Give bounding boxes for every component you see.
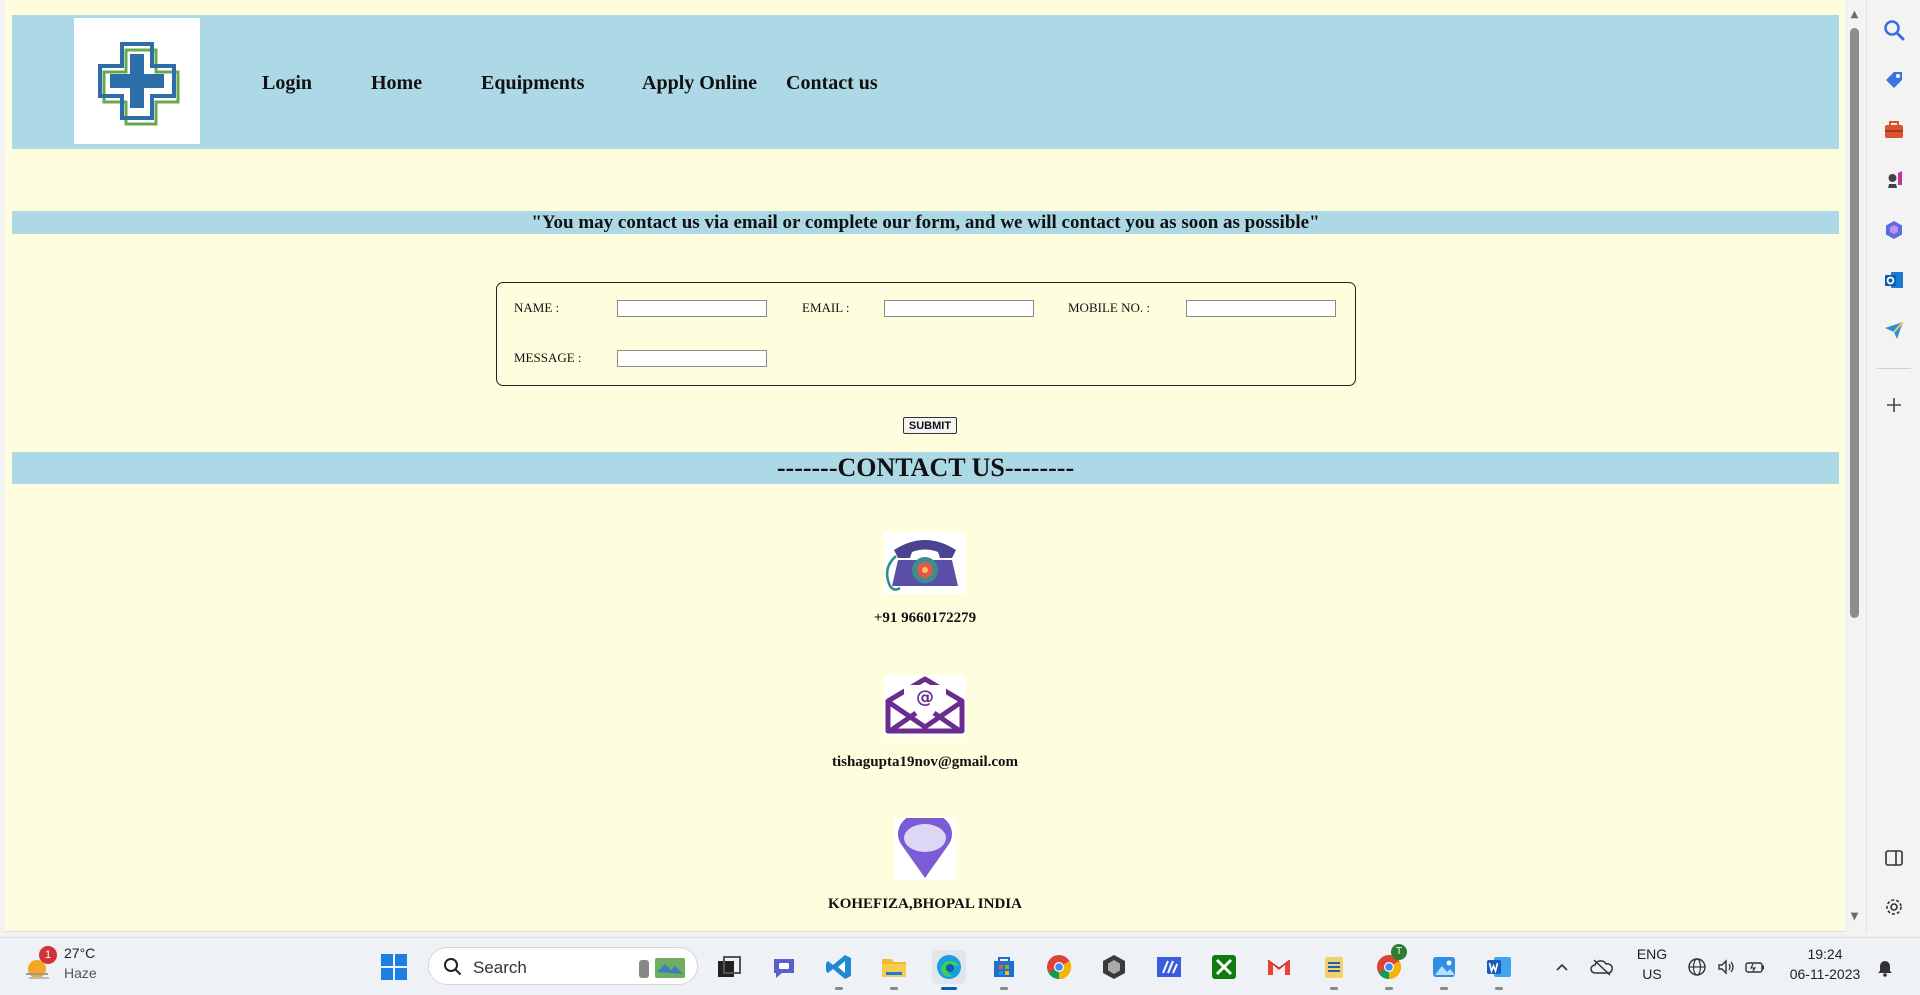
email-envelope-icon: @	[884, 675, 966, 737]
show-hidden-icons-chevron-icon[interactable]	[1545, 950, 1579, 984]
nav-apply-online[interactable]: Apply Online	[642, 72, 757, 95]
mobile-label: MOBILE NO. :	[1068, 300, 1150, 315]
notepad-running-indicator	[1330, 987, 1338, 990]
explorer-running-indicator	[890, 987, 898, 990]
language-region[interactable]: US	[1632, 966, 1672, 982]
store-running-indicator	[1000, 987, 1008, 990]
add-icon[interactable]	[1881, 392, 1907, 418]
copilot-icon[interactable]	[1881, 217, 1907, 243]
site-header: Login Home Equipments Apply Online Conta…	[12, 15, 1839, 149]
browser-sidebar	[1866, 0, 1920, 932]
search-icon	[444, 958, 462, 976]
name-input[interactable]	[617, 300, 767, 317]
scroll-thumb[interactable]	[1850, 28, 1859, 618]
message-label: MESSAGE :	[514, 350, 582, 365]
message-input[interactable]	[617, 350, 767, 367]
ms-store-icon[interactable]	[987, 950, 1021, 990]
contact-quote: "You may contact us via email or complet…	[12, 211, 1839, 234]
taskbar-search[interactable]: Search	[428, 947, 698, 985]
vscode-running-indicator	[835, 987, 843, 990]
briefcase-icon[interactable]	[1881, 117, 1907, 143]
contact-email-block: @ tishagupta19nov@gmail.com	[5, 673, 1845, 773]
name-label: NAME :	[514, 300, 560, 315]
contact-address-block: KOHEFIZA,BHOPAL INDIA	[5, 816, 1845, 916]
phone-number: +91 9660172279	[873, 610, 977, 626]
weather-desc[interactable]: Haze	[64, 965, 97, 981]
mobile-input[interactable]	[1186, 300, 1336, 317]
weather-icon[interactable]: 1	[22, 946, 57, 984]
address: KOHEFIZA,BHOPAL INDIA	[828, 896, 1022, 912]
send-icon[interactable]	[1881, 317, 1907, 343]
xbox-icon[interactable]	[1207, 950, 1241, 984]
settings-icon[interactable]	[1881, 894, 1907, 920]
chrome-running-indicator	[1385, 987, 1393, 990]
vscode-icon[interactable]	[822, 950, 856, 990]
gmail-icon[interactable]	[1262, 950, 1296, 984]
search-highlight-icon	[639, 958, 685, 978]
vs-app-icon[interactable]	[1152, 950, 1186, 984]
email-input[interactable]	[884, 300, 1034, 317]
word-icon[interactable]	[1482, 950, 1516, 990]
notepad-icon[interactable]	[1317, 950, 1351, 990]
windows-taskbar: 1 27°C Haze Search T ENG US 19:24 06-11-…	[0, 937, 1920, 995]
chess-icon[interactable]	[1881, 167, 1907, 193]
chrome-profile-badge: T	[1391, 944, 1407, 960]
email-address: tishagupta19nov@gmail.com	[831, 754, 1019, 770]
onedrive-offline-icon[interactable]	[1585, 950, 1619, 984]
svg-text:@: @	[916, 687, 934, 708]
nav-contact-us[interactable]: Contact us	[786, 72, 878, 95]
weather-temp[interactable]: 27°C	[64, 945, 95, 961]
split-view-icon[interactable]	[1881, 845, 1907, 871]
word-running-indicator	[1495, 987, 1503, 990]
location-pin-icon	[894, 818, 956, 880]
notification-bell-icon[interactable]	[1868, 950, 1902, 984]
main-nav: Login Home Equipments Apply Online Conta…	[12, 15, 1839, 149]
photos-icon[interactable]	[1427, 950, 1461, 990]
chrome-icon[interactable]	[1042, 950, 1076, 984]
outlook-icon[interactable]	[1881, 267, 1907, 293]
start-button[interactable]	[377, 950, 411, 984]
language-code[interactable]: ENG	[1632, 946, 1672, 962]
nav-login[interactable]: Login	[262, 72, 312, 95]
task-view-icon[interactable]	[712, 950, 746, 984]
submit-button[interactable]: SUBMIT	[903, 417, 957, 434]
scroll-down-arrow-icon[interactable]: ▼	[1849, 912, 1860, 922]
weather-badge: 1	[39, 946, 57, 964]
photos-running-indicator	[1440, 987, 1448, 990]
contact-form: NAME : EMAIL : MOBILE NO. : MESSAGE :	[496, 282, 1356, 386]
edge-browser-icon[interactable]	[932, 950, 966, 990]
browser-viewport: Login Home Equipments Apply Online Conta…	[5, 0, 1845, 932]
chrome-profile-icon[interactable]: T	[1372, 944, 1407, 990]
page-scrollbar[interactable]: ▲ ▼	[1845, 0, 1864, 932]
search-icon[interactable]	[1881, 17, 1907, 43]
edge-active-indicator	[941, 987, 957, 990]
battery-icon[interactable]	[1738, 950, 1772, 984]
telephone-icon	[884, 532, 966, 594]
nav-equipments[interactable]: Equipments	[481, 72, 584, 95]
clock-time[interactable]: 19:24	[1780, 946, 1870, 962]
contact-heading: -------CONTACT US--------	[12, 452, 1839, 484]
teams-chat-icon[interactable]	[767, 950, 801, 984]
email-label: EMAIL :	[802, 300, 850, 315]
scroll-up-arrow-icon[interactable]: ▲	[1849, 10, 1860, 20]
sidebar-divider	[1877, 368, 1911, 369]
file-explorer-icon[interactable]	[877, 950, 911, 990]
tag-icon[interactable]	[1881, 67, 1907, 93]
nav-home[interactable]: Home	[371, 72, 422, 95]
contact-phone-block: +91 9660172279	[5, 530, 1845, 630]
clock-date[interactable]: 06-11-2023	[1780, 966, 1870, 982]
unity-icon[interactable]	[1097, 950, 1131, 984]
search-placeholder: Search	[473, 958, 527, 977]
